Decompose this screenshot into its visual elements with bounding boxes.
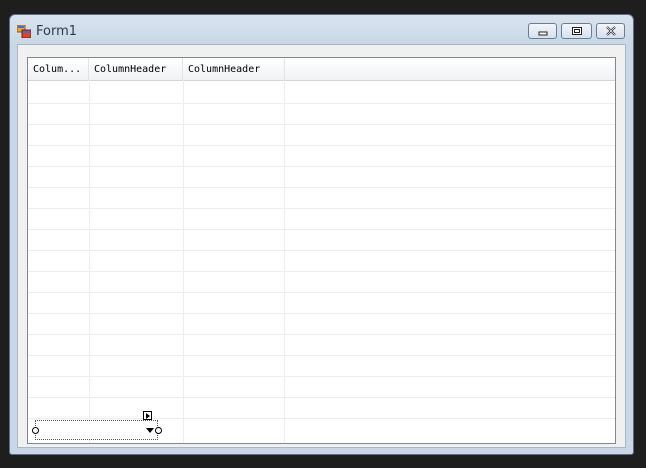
maximize-icon bbox=[571, 27, 582, 35]
window-title: Form1 bbox=[36, 24, 78, 39]
grid-row-line bbox=[28, 103, 615, 104]
grid-row-line bbox=[28, 376, 615, 377]
grid-row-line bbox=[28, 418, 615, 419]
list-view[interactable]: Colum... ColumnHeader ColumnHeader bbox=[27, 57, 616, 444]
grid-row-line bbox=[28, 250, 615, 251]
resize-handle-left[interactable] bbox=[32, 427, 39, 434]
minimize-button[interactable] bbox=[528, 23, 557, 39]
grid-row-line bbox=[28, 292, 615, 293]
app-form-icon bbox=[17, 25, 31, 38]
grid-row-line bbox=[28, 355, 615, 356]
grid-row-line bbox=[28, 187, 615, 188]
column-header-3[interactable]: ColumnHeader bbox=[183, 58, 285, 80]
grid-row-line bbox=[28, 208, 615, 209]
grid-row-line bbox=[28, 334, 615, 335]
resize-handle-right[interactable] bbox=[155, 427, 162, 434]
minimize-icon bbox=[538, 31, 547, 36]
form1-window: Form1 Colum... ColumnHeader ColumnHeader bbox=[9, 14, 634, 455]
grid-row-line bbox=[28, 166, 615, 167]
grid-column-line bbox=[183, 80, 184, 443]
close-button[interactable] bbox=[596, 23, 625, 39]
grid-row-line bbox=[28, 145, 615, 146]
grid-column-line bbox=[89, 80, 90, 443]
chevron-down-icon[interactable] bbox=[146, 428, 154, 433]
smart-tag-icon[interactable] bbox=[143, 411, 152, 420]
column-header-2[interactable]: ColumnHeader bbox=[89, 58, 183, 80]
column-header-1[interactable]: Colum... bbox=[28, 58, 89, 80]
combo-box[interactable] bbox=[35, 420, 158, 440]
form-client-area: Colum... ColumnHeader ColumnHeader bbox=[17, 44, 626, 448]
column-header-row: Colum... ColumnHeader ColumnHeader bbox=[28, 58, 615, 81]
title-bar[interactable]: Form1 bbox=[10, 15, 633, 47]
grid-column-line bbox=[284, 80, 285, 443]
grid-row-line bbox=[28, 124, 615, 125]
grid-row-line bbox=[28, 229, 615, 230]
grid-row-line bbox=[28, 271, 615, 272]
maximize-button[interactable] bbox=[561, 23, 592, 39]
grid-row-line bbox=[28, 397, 615, 398]
close-icon bbox=[605, 26, 616, 36]
grid-row-line bbox=[28, 313, 615, 314]
